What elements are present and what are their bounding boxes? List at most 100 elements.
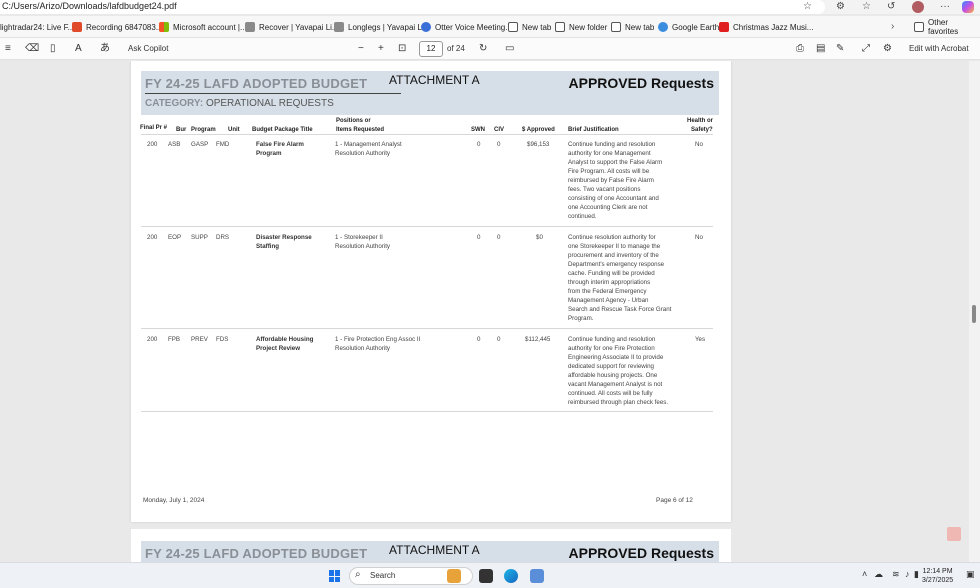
pdf-page-next: FY 24-25 LAFD ADOPTED BUDGET ATTACHMENT … <box>131 529 731 562</box>
favorite-star-icon[interactable]: ☆ <box>803 0 812 13</box>
translate-icon[interactable]: あ <box>100 42 110 56</box>
wifi-icon[interactable]: ≋ <box>892 569 900 580</box>
bookmark-label: Longlegs | Yavapai L... <box>348 22 429 32</box>
save-icon[interactable]: ▤ <box>816 42 825 56</box>
cell-health: No <box>695 234 703 241</box>
bookmark-item[interactable]: New tab <box>508 19 551 35</box>
page-number-input[interactable]: 12 <box>419 41 443 57</box>
other-favorites-label: Other favorites <box>928 18 959 36</box>
document-title: FY 24-25 LAFD ADOPTED BUDGET <box>145 76 368 91</box>
bookmark-label: New tab <box>522 22 552 32</box>
bookmark-item[interactable]: Recover | Yavapai Li... <box>245 19 339 35</box>
cell-justification-line: from the Federal Emergency <box>568 288 647 295</box>
cell-justification-line: reimbursed through plan check fees. <box>568 399 669 406</box>
fullscreen-icon[interactable]: ⤢ <box>862 42 870 56</box>
windows-start-icon[interactable] <box>329 570 341 582</box>
edge-icon[interactable] <box>504 569 518 583</box>
notification-icon[interactable]: ▣ <box>966 569 975 580</box>
bookmark-item[interactable]: Microsoft account |... <box>159 19 247 35</box>
cell-title-line-1: Disaster Response <box>256 234 312 241</box>
cell-justification-line: Program. <box>568 315 594 322</box>
scrollbar-thumb[interactable] <box>972 305 976 323</box>
remote-desktop-icon[interactable] <box>530 569 544 583</box>
cell-justification-line: Search and Rescue Task Force Grant <box>568 306 672 313</box>
cell-civ: 0 <box>497 336 501 343</box>
settings-icon[interactable]: ⚙ <box>883 42 892 56</box>
print-icon[interactable]: ⎙ <box>796 42 804 56</box>
bookmark-item[interactable]: Recording 6847083... <box>72 19 163 35</box>
rotate-icon[interactable]: ↻ <box>479 42 487 56</box>
more-tools-icon[interactable]: ≡ <box>5 42 11 56</box>
bookmark-item[interactable]: Google Earth <box>658 19 719 35</box>
other-favorites[interactable]: Other favorites <box>914 18 980 36</box>
cell-bur: ASB <box>168 141 181 148</box>
cell-justification-line: Continue funding and resolution <box>568 336 656 343</box>
pdf-viewport: FY 24-25 LAFD ADOPTED BUDGET ATTACHMENT … <box>0 61 980 562</box>
cell-positions-line-2: Resolution Authority <box>335 345 391 352</box>
profile-avatar[interactable] <box>912 1 924 13</box>
widget-icon[interactable] <box>447 569 461 583</box>
bookmark-item[interactable]: Longlegs | Yavapai L... <box>334 19 429 35</box>
cell-justification-line: continued. All costs will be fully <box>568 390 653 397</box>
chevron-right-icon[interactable]: › <box>891 21 894 32</box>
cloud-icon[interactable]: ☁ <box>874 569 883 580</box>
save-as-icon[interactable]: ✎ <box>836 42 844 56</box>
battery-icon[interactable]: ▮ <box>914 569 919 580</box>
header-divider <box>141 134 713 135</box>
category-label: CATEGORY: <box>145 98 204 109</box>
cell-justification-line: affordable housing projects. One <box>568 372 658 379</box>
approved-heading: APPROVED Requests <box>568 75 714 91</box>
cell-swn: 0 <box>477 234 481 241</box>
two-page-icon[interactable]: ▭ <box>505 42 514 56</box>
more-menu-icon[interactable]: ··· <box>940 0 950 13</box>
youtube-icon <box>719 22 729 32</box>
clock[interactable]: 12:14 PM 3/27/2025 <box>922 567 953 585</box>
fit-page-icon[interactable]: ⊡ <box>398 42 406 56</box>
cell-civ: 0 <box>497 141 501 148</box>
cell-program: PREV <box>191 336 208 343</box>
acrobat-icon[interactable] <box>947 527 961 541</box>
volume-icon[interactable]: ♪ <box>905 569 910 579</box>
clock-date: 3/27/2025 <box>922 577 954 584</box>
edit-with-acrobat-button[interactable]: Edit with Acrobat <box>909 42 969 56</box>
history-icon[interactable]: ↺ <box>887 0 895 13</box>
extensions-icon[interactable]: ⚙ <box>836 0 845 13</box>
cell-justification-line: vacant Management Analyst is not <box>568 381 663 388</box>
cell-justification-line: Department's emergency response <box>568 261 665 268</box>
erase-icon[interactable]: ⌫ <box>25 42 39 56</box>
cell-justification-line: Continue funding and resolution <box>568 141 656 148</box>
title-underline <box>145 93 401 94</box>
page-view-icon[interactable]: ▯ <box>50 42 56 56</box>
bookmark-label: New tab <box>625 22 655 32</box>
bookmark-label: Recording 6847083... <box>86 22 163 32</box>
zoom-in-icon[interactable]: + <box>378 42 384 56</box>
page-total: of 24 <box>447 44 465 53</box>
task-view-icon[interactable] <box>479 569 493 583</box>
bookmarks-bar: lightradar24: Live F... Recording 684708… <box>0 16 980 38</box>
bookmark-item[interactable]: lightradar24: Live F... <box>0 19 74 35</box>
cell-justification-line: dedicated support for reviewing <box>568 363 654 370</box>
cell-justification-line: Continue resolution authority for <box>568 234 656 241</box>
chevron-up-icon[interactable]: ˄ <box>862 569 867 579</box>
zoom-out-icon[interactable]: − <box>358 42 364 56</box>
bookmark-item[interactable]: New folder <box>555 19 607 35</box>
cell-positions-line-1: 1 - Fire Protection Eng Assoc II <box>335 336 421 343</box>
otter-icon <box>421 22 431 32</box>
copilot-icon[interactable] <box>962 1 974 13</box>
ask-copilot-button[interactable]: Ask Copilot <box>128 42 168 56</box>
attachment-label: ATTACHMENT A <box>389 543 480 557</box>
url-field[interactable]: C:/Users/Arizo/Downloads/lafdbudget24.pd… <box>0 0 825 14</box>
favorites-icon[interactable]: ☆ <box>862 0 871 13</box>
header-program: Program <box>191 127 216 133</box>
cell-swn: 0 <box>477 141 481 148</box>
bookmark-item[interactable]: New tab <box>611 19 654 35</box>
bookmark-item[interactable]: Christmas Jazz Musi... <box>719 19 813 35</box>
document-header: FY 24-25 LAFD ADOPTED BUDGET ATTACHMENT … <box>141 71 719 115</box>
read-aloud-icon[interactable]: A <box>75 42 82 56</box>
header-health-1: Health or <box>687 118 714 124</box>
bookmark-item[interactable]: Otter Voice Meeting... <box>421 19 512 35</box>
cell-justification-line: authority for one Fire Protection <box>568 345 655 352</box>
cell-justification-line: Management Agency - Urban <box>568 297 649 304</box>
cell-justification-line: through interim appropriations <box>568 279 651 286</box>
header-final-pr: Final Pr # <box>140 125 168 131</box>
